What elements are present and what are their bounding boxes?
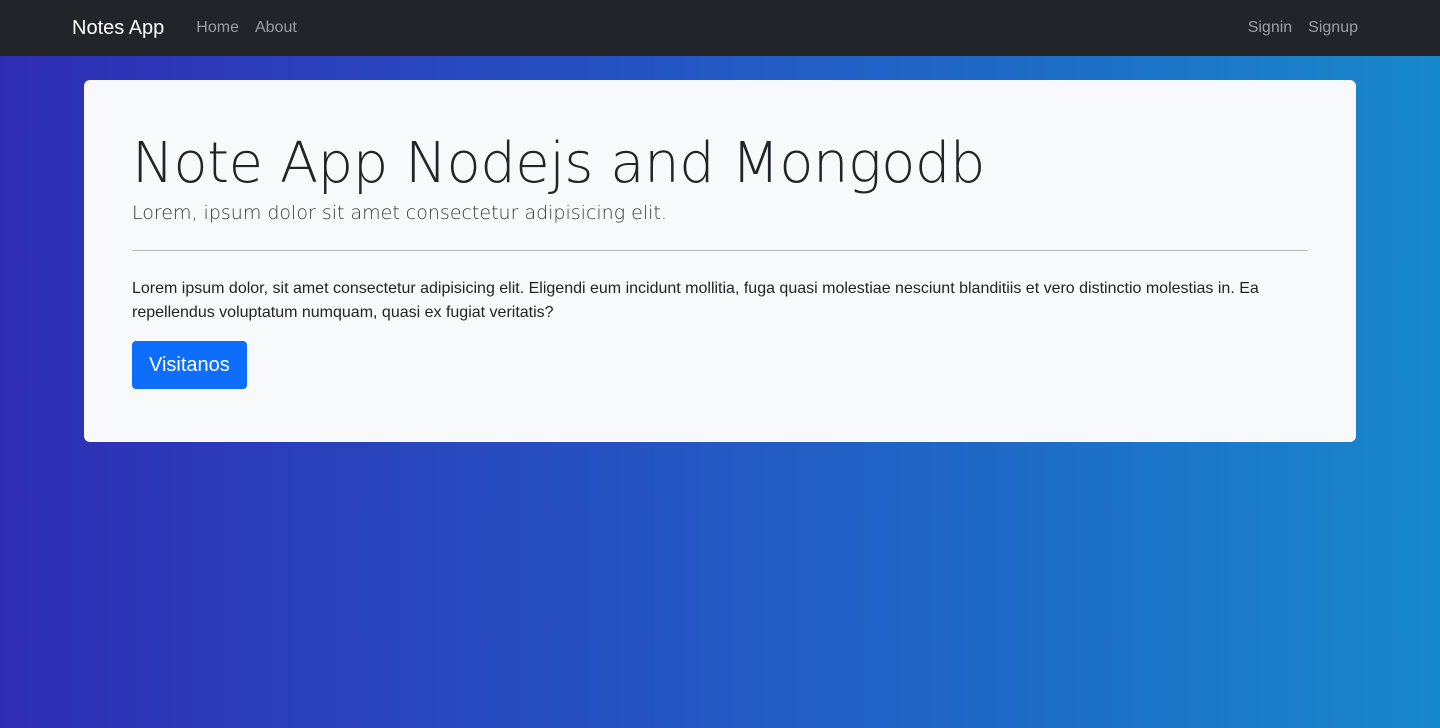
- top-navbar: Notes App Home About Signin Signup: [0, 0, 1440, 56]
- hero-body-text: Lorem ipsum dolor, sit amet consectetur …: [132, 280, 1259, 322]
- section-divider: [132, 250, 1308, 252]
- nav-right-group: Signin Signup: [1240, 19, 1366, 37]
- nav-link-signup[interactable]: Signup: [1300, 19, 1366, 37]
- hero-card: Note App Nodejs and Mongodb Lorem, ipsum…: [84, 80, 1356, 442]
- page-title: Note App Nodejs and Mongodb: [132, 131, 985, 196]
- brand-link[interactable]: Notes App: [72, 17, 164, 40]
- nav-link-signin[interactable]: Signin: [1240, 19, 1300, 37]
- nav-link-about[interactable]: About: [247, 19, 305, 37]
- nav-link-home[interactable]: Home: [188, 19, 247, 37]
- hero-subtitle: Lorem, ipsum dolor sit amet consectetur …: [132, 202, 667, 225]
- visitanos-button[interactable]: Visitanos: [132, 341, 247, 390]
- nav-left-group: Notes App Home About: [72, 17, 305, 40]
